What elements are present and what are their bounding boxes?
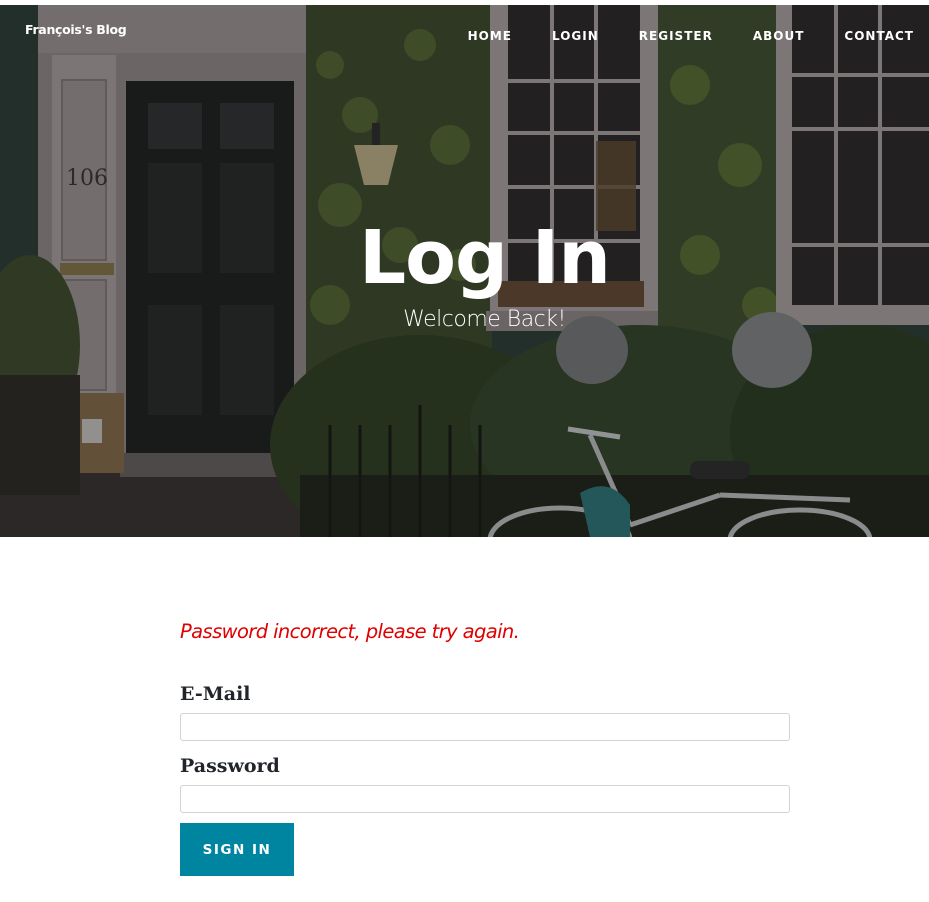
password-label: Password [180,755,280,777]
email-field[interactable] [180,713,790,741]
page-subtitle: Welcome Back! [403,307,566,332]
nav-link-contact[interactable]: CONTACT [844,29,914,43]
brand-link[interactable]: François's Blog [25,22,127,37]
masthead: 106 François's Blog HOME LOGIN REGISTER … [0,5,929,537]
nav-links: HOME LOGIN REGISTER ABOUT CONTACT [428,29,914,43]
page-heading: Log In Welcome Back! [0,217,929,333]
sign-in-button[interactable]: SIGN IN [180,823,294,876]
nav-link-login[interactable]: LOGIN [552,29,599,43]
nav-link-home[interactable]: HOME [468,29,512,43]
nav-link-about[interactable]: ABOUT [753,29,805,43]
login-form: E-Mail Password SIGN IN [180,683,790,876]
error-message: Password incorrect, please try again. [180,620,520,643]
page-title: Log In [359,215,611,301]
email-label: E-Mail [180,683,251,705]
navbar: François's Blog HOME LOGIN REGISTER ABOU… [0,5,929,67]
password-field[interactable] [180,785,790,813]
login-form-container: Password incorrect, please try again. E-… [180,620,790,876]
nav-link-register[interactable]: REGISTER [639,29,713,43]
